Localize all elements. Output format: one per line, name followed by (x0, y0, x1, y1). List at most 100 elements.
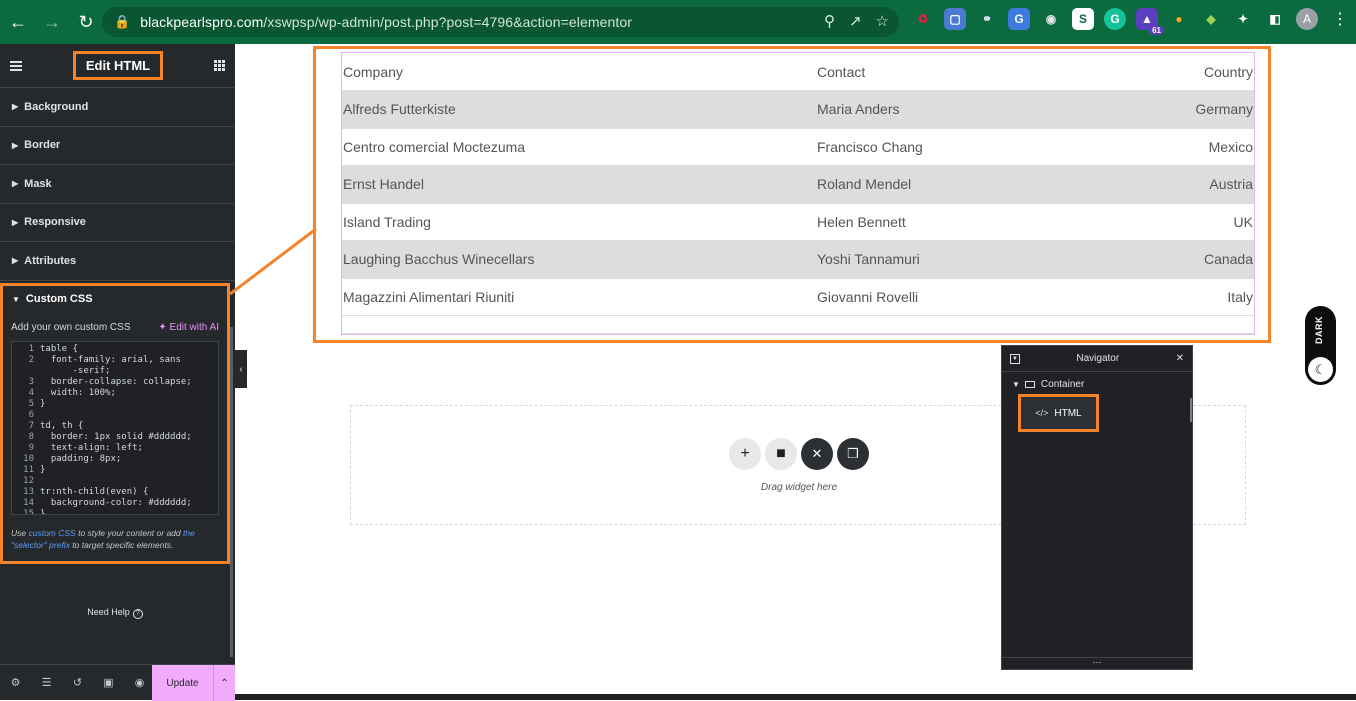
x-logo-icon[interactable]: ✕ (801, 438, 833, 470)
table-cell: Austria (1098, 165, 1254, 204)
extension-diamond-icon[interactable]: ◆ (1200, 8, 1222, 30)
column-header: Country (1098, 53, 1254, 91)
update-options-chevron-up-icon[interactable]: ⌃ (213, 665, 235, 701)
edit-with-ai-button[interactable]: ✦ Edit with AI (158, 322, 219, 333)
line-number: 6 (28, 410, 34, 420)
close-icon[interactable]: ✕ (1176, 353, 1184, 364)
table-cell: Magazzini Alimentari Riuniti (342, 278, 816, 316)
lock-icon: 🔒 (114, 14, 131, 29)
extension-circle-icon[interactable]: ● (1168, 8, 1190, 30)
add-element-plus-icon[interactable]: + (729, 438, 761, 470)
extensions-puzzle-icon[interactable]: ✦ (1232, 8, 1254, 30)
html-widget[interactable]: Company Contact Country Alfreds Futterki… (341, 52, 1255, 335)
code-text: padding: 8px; (40, 454, 122, 464)
dark-mode-toggle[interactable]: DARK ☾ (1305, 306, 1336, 385)
forward-arrow-icon[interactable]: → (36, 6, 68, 38)
caret-right-icon: ▶ (12, 140, 19, 150)
code-text: border: 1px solid #dddddd; (40, 432, 192, 442)
copy-paste-icon[interactable]: ❐ (837, 438, 869, 470)
extension-s-icon[interactable]: S (1072, 8, 1094, 30)
browser-menu-icon[interactable]: ⋮ (1332, 9, 1348, 29)
panel-scrollbar[interactable] (230, 327, 233, 657)
extension-globe-icon[interactable]: ⚭ (976, 8, 998, 30)
section-label: Attributes (24, 254, 77, 267)
table-cell: Roland Mendel (816, 165, 1099, 204)
back-arrow-icon[interactable]: ← (2, 6, 34, 38)
section-label: Background (24, 100, 89, 113)
code-line: -serif; (12, 366, 218, 377)
table-cell: Ernst Handel (342, 165, 816, 204)
caret-right-icon: ▶ (12, 102, 19, 112)
line-number: 13 (23, 487, 34, 497)
section-attributes[interactable]: ▶ Attributes (0, 242, 235, 281)
table-row: Island Trading Helen Bennett UK (342, 203, 1254, 241)
container-label: Container (1040, 378, 1085, 390)
custom-css-title: Custom CSS (25, 293, 93, 305)
custom-css-link[interactable]: custom CSS (28, 528, 75, 538)
extension-grammarly-icon[interactable]: G (1104, 8, 1126, 30)
extension-badge: 61 (1149, 26, 1164, 35)
navigator-resize-handle[interactable]: ⋯ (1002, 657, 1192, 669)
settings-gear-icon[interactable]: ⚙ (0, 676, 31, 689)
address-bar[interactable]: 🔒 blackpearlspro.com/xswpsp/wp-admin/pos… (102, 7, 899, 37)
reload-icon[interactable]: ↻ (70, 6, 102, 38)
code-line: 15} (12, 509, 218, 515)
annotation-connector-line (230, 227, 317, 296)
custom-css-heading[interactable]: ▼ Custom CSS (3, 286, 227, 312)
container-icon (1024, 380, 1035, 388)
extension-graduation-icon[interactable]: ▲ 61 (1136, 8, 1164, 35)
section-label: Mask (24, 177, 52, 190)
section-background[interactable]: ▶ Background (0, 88, 235, 127)
need-help-link[interactable]: Need Help? (0, 607, 230, 619)
table-row-empty (342, 315, 1254, 334)
side-panel-icon[interactable]: ◧ (1264, 8, 1286, 30)
caret-right-icon: ▶ (12, 217, 19, 227)
extension-docs-icon[interactable]: ▢ (944, 8, 966, 30)
table-cell: UK (1098, 203, 1254, 241)
zoom-icon[interactable]: ⚲ (824, 12, 835, 30)
line-number: 8 (28, 432, 34, 442)
code-text: font-family: arial, sans (40, 355, 181, 365)
profile-avatar[interactable]: A (1296, 8, 1318, 30)
section-border[interactable]: ▶ Border (0, 127, 235, 165)
code-line: 9 text-align: left; (12, 443, 218, 454)
table-row: Centro comercial Moctezuma Francisco Chan… (342, 128, 1254, 166)
history-icon[interactable]: ↺ (62, 676, 93, 689)
code-line: 1 table { (12, 344, 218, 355)
html-widget-highlight: Company Contact Country Alfreds Futterki… (313, 46, 1271, 343)
extension-camera-icon[interactable]: ◉ (1040, 8, 1062, 30)
layers-icon[interactable]: ☰ (31, 676, 62, 689)
table-cell: Giovanni Rovelli (816, 278, 1099, 316)
table-cell-empty (342, 315, 1254, 334)
responsive-mode-icon[interactable]: ▣ (93, 676, 124, 689)
collapse-all-icon[interactable]: ▼ (1010, 353, 1020, 364)
template-folder-icon[interactable]: ■ (765, 438, 797, 470)
table-row: Ernst Handel Roland Mendel Austria (342, 165, 1254, 204)
section-label: Responsive (24, 216, 86, 229)
css-code-editor[interactable]: 1 table {2 font-family: arial, sans -seri… (11, 341, 219, 515)
table-cell: Centro comercial Moctezuma (342, 128, 816, 166)
extension-translate-icon[interactable]: G (1008, 8, 1030, 30)
need-help-label: Need Help (87, 607, 130, 617)
line-number: 3 (28, 377, 34, 387)
navigator-item-html[interactable]: </> HTML (1018, 394, 1099, 432)
share-icon[interactable]: ↗ (849, 12, 862, 30)
line-number: 15 (23, 509, 34, 515)
extension-recycle-icon[interactable]: ♻ (912, 8, 934, 30)
caret-right-icon: ▶ (12, 256, 19, 266)
panel-collapse-chevron-left-icon[interactable]: ‹ (235, 350, 247, 388)
navigator-item-container[interactable]: ▼ Container (1002, 372, 1192, 396)
dark-mode-label: DARK (1314, 316, 1324, 344)
bookmark-star-icon[interactable]: ☆ (876, 12, 889, 30)
table-cell: Island Trading (342, 203, 816, 241)
hamburger-menu-icon[interactable] (10, 60, 22, 71)
section-responsive[interactable]: ▶ Responsive (0, 204, 235, 242)
update-button[interactable]: Update (152, 665, 213, 701)
preview-eye-icon[interactable]: ◉ (124, 676, 155, 689)
code-text: } (40, 465, 46, 475)
line-number: 5 (28, 399, 34, 409)
panel-title: Edit HTML (72, 51, 164, 80)
section-mask[interactable]: ▶ Mask (0, 165, 235, 204)
widgets-grid-icon[interactable] (213, 60, 225, 71)
navigator-scrollbar[interactable] (1190, 398, 1192, 422)
